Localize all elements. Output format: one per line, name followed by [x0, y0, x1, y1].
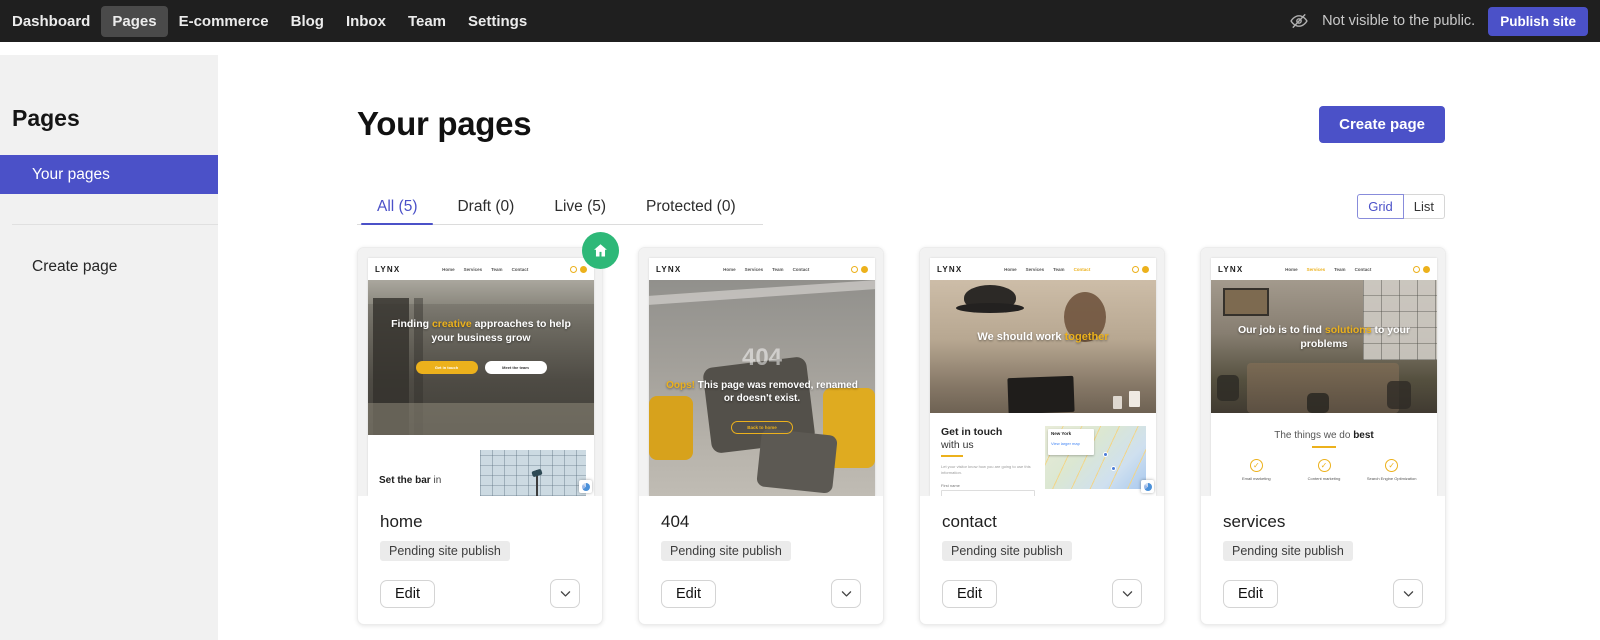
preview-hero: We should work together: [930, 280, 1156, 413]
top-nav: Dashboard Pages E-commerce Blog Inbox Te…: [1, 5, 538, 37]
topbar: Dashboard Pages E-commerce Blog Inbox Te…: [0, 0, 1600, 42]
card-menu-button[interactable]: [1393, 579, 1423, 608]
preview-hero: Finding creative approaches to help your…: [368, 280, 594, 435]
page-card-contact: LYNX Home Services Team Contact We shoul…: [919, 247, 1165, 625]
facebook-icon: [1413, 265, 1420, 273]
view-toggle: Grid List: [1357, 194, 1445, 219]
nav-inbox[interactable]: Inbox: [335, 6, 397, 37]
status-badge: Pending site publish: [1223, 541, 1353, 561]
tab-draft[interactable]: Draft (0): [437, 190, 534, 224]
check-icon: ✓: [1317, 459, 1331, 472]
main-header: Your pages Create page: [357, 104, 1445, 144]
sidebar-title: Pages: [12, 105, 80, 131]
page-thumbnail[interactable]: LYNX Home Services Team Contact: [639, 248, 883, 496]
page-thumbnail[interactable]: LYNX Home Services Team Contact: [1201, 248, 1445, 496]
main-area: Your pages Create page All (5) Draft (0)…: [218, 42, 1600, 640]
page-card-404: LYNX Home Services Team Contact 404 Oops…: [638, 247, 884, 625]
page-name: contact: [942, 512, 997, 531]
tabs: All (5) Draft (0) Live (5) Protected (0): [357, 190, 763, 225]
map-pin: [1111, 466, 1116, 471]
page-card-services: LYNX Home Services Team Contact Our job …: [1200, 247, 1446, 625]
grid-view-button[interactable]: Grid: [1357, 194, 1404, 219]
sidebar: Pages Your pages Create page: [0, 55, 218, 640]
page-thumbnail[interactable]: LYNX Home Services Team Contact: [920, 248, 1164, 496]
chevron-down-icon: [560, 591, 570, 597]
preview-input: [941, 489, 1035, 496]
twitter-icon: [861, 265, 868, 273]
chevron-down-icon: [841, 591, 851, 597]
chevron-down-icon: [1122, 591, 1132, 597]
preview-hero: 404 Oops! This page was removed, renamed…: [649, 280, 875, 496]
status-badge: Pending site publish: [661, 541, 791, 561]
preview-site-header: LYNX Home Services Team Contact: [368, 258, 594, 280]
preview-brand: LYNX: [375, 264, 401, 274]
edit-button[interactable]: Edit: [380, 579, 435, 608]
page-cards-grid: LYNX Home Services Team Contact Finding …: [357, 232, 1446, 625]
tab-live[interactable]: Live (5): [534, 190, 626, 224]
topbar-right: Not visible to the public. Publish site: [1289, 6, 1588, 36]
nav-ecommerce[interactable]: E-commerce: [168, 6, 280, 37]
nav-dashboard[interactable]: Dashboard: [1, 6, 101, 37]
visibility-off-icon: [1289, 11, 1309, 31]
sidebar-divider: [12, 224, 218, 225]
tab-protected[interactable]: Protected (0): [626, 190, 756, 224]
status-badge: Pending site publish: [380, 541, 510, 561]
facebook-icon: [1132, 265, 1139, 273]
recaptcha-badge: [1141, 480, 1154, 493]
create-page-button[interactable]: Create page: [1319, 105, 1445, 143]
homepage-badge: [582, 232, 619, 269]
tab-all[interactable]: All (5): [357, 190, 437, 225]
edit-button[interactable]: Edit: [661, 579, 716, 608]
twitter-icon: [1423, 265, 1430, 273]
sidebar-create-page[interactable]: Create page: [32, 258, 218, 276]
map-preview: New York View larger map: [1045, 426, 1146, 489]
nav-blog[interactable]: Blog: [280, 6, 335, 37]
card-menu-button[interactable]: [831, 579, 861, 608]
app-window: Dashboard Pages E-commerce Blog Inbox Te…: [0, 0, 1600, 640]
preview-hero: Our job is to find solutions to your pro…: [1211, 280, 1437, 413]
check-icon: ✓: [1249, 459, 1263, 472]
edit-button[interactable]: Edit: [942, 579, 997, 608]
page-thumbnail[interactable]: LYNX Home Services Team Contact: [358, 248, 602, 496]
card-menu-button[interactable]: [550, 579, 580, 608]
page-name: services: [1223, 512, 1286, 531]
visibility-status-text: Not visible to the public.: [1322, 13, 1476, 29]
card-menu-button[interactable]: [1112, 579, 1142, 608]
home-icon: [594, 244, 607, 257]
publish-site-button[interactable]: Publish site: [1488, 6, 1588, 36]
chevron-down-icon: [1403, 591, 1413, 597]
recaptcha-badge: [579, 480, 592, 493]
sidebar-item-your-pages[interactable]: Your pages: [0, 155, 218, 194]
nav-pages[interactable]: Pages: [101, 5, 168, 37]
page-name: 404: [661, 512, 690, 531]
facebook-icon: [570, 265, 577, 273]
facebook-icon: [851, 265, 858, 273]
page-card-home: LYNX Home Services Team Contact Finding …: [357, 232, 619, 625]
status-badge: Pending site publish: [942, 541, 1072, 561]
twitter-icon: [580, 265, 587, 273]
twitter-icon: [1142, 265, 1149, 273]
page-title: Your pages: [357, 105, 532, 142]
page-name: home: [380, 512, 423, 531]
nav-settings[interactable]: Settings: [457, 6, 538, 37]
nav-team[interactable]: Team: [397, 6, 457, 37]
edit-button[interactable]: Edit: [1223, 579, 1278, 608]
tabs-row: All (5) Draft (0) Live (5) Protected (0)…: [357, 190, 1445, 225]
map-pin: [1103, 452, 1108, 457]
check-icon: ✓: [1385, 459, 1399, 472]
list-view-button[interactable]: List: [1403, 194, 1445, 219]
